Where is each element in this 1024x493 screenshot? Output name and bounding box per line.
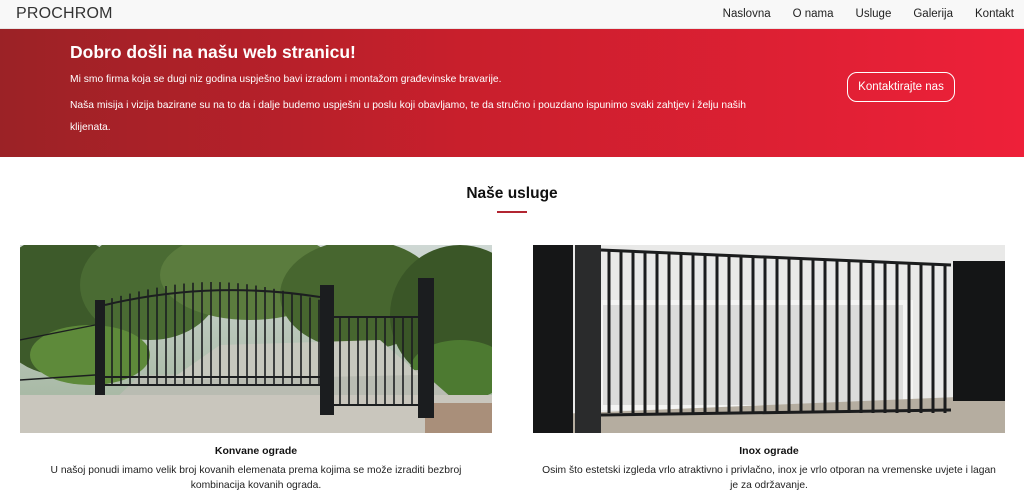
service-card-title: Inox ograde <box>739 445 799 457</box>
hero-banner: Dobro došli na našu web stranicu! Mi smo… <box>0 29 1024 157</box>
contact-button[interactable]: Kontaktirajte nas <box>847 72 955 102</box>
services-title-underline <box>497 211 527 213</box>
services-title: Naše usluge <box>466 185 558 202</box>
service-card-text: Osim što estetski izgleda vrlo atraktivn… <box>542 465 996 491</box>
nav-link-usluge[interactable]: Usluge <box>856 8 892 20</box>
service-card-inox-ograde: Inox ograde Osim što estetski izgleda vr… <box>533 245 1005 493</box>
nav-link-o-nama[interactable]: O nama <box>793 8 834 20</box>
hero-mission-text: Naša misija i vizija bazirane su na to d… <box>70 100 746 133</box>
wrought-iron-gate-image <box>20 245 492 433</box>
inox-gate-image <box>533 245 1005 433</box>
navbar: PROCHROM Naslovna O nama Usluge Galerija… <box>0 0 1024 29</box>
service-card-title: Konvane ograde <box>214 445 298 457</box>
nav-links: Naslovna O nama Usluge Galerija Kontakt <box>701 8 1014 20</box>
hero-intro-text: Mi smo firma koja se dugi niz godina usp… <box>70 74 502 85</box>
brand-logo[interactable]: PROCHROM <box>16 5 113 23</box>
nav-link-galerija[interactable]: Galerija <box>913 8 953 20</box>
service-card-kovane-ograde: Konvane ograde U našoj ponudi imamo veli… <box>20 245 492 493</box>
nav-link-naslovna[interactable]: Naslovna <box>723 8 771 20</box>
nav-link-kontakt[interactable]: Kontakt <box>975 8 1014 20</box>
hero-title: Dobro došli na našu web stranicu! <box>70 42 356 62</box>
service-card-text: U našoj ponudi imamo velik broj kovanih … <box>50 465 462 491</box>
